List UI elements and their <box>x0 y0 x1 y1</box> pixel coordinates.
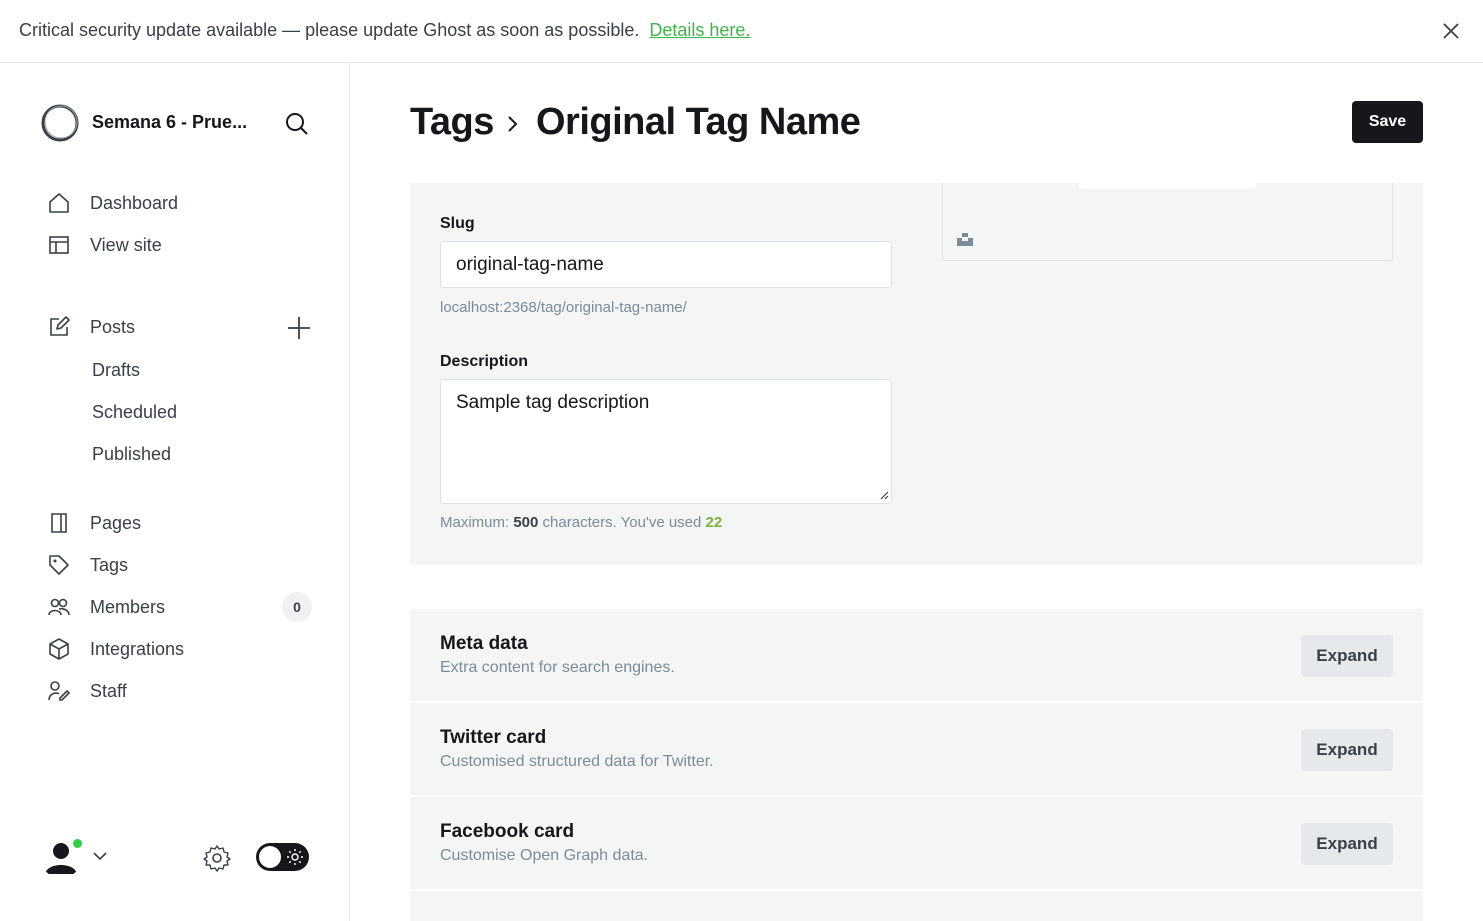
nav-label: Integrations <box>90 638 185 659</box>
staff-icon <box>46 678 72 704</box>
site-title[interactable]: Semana 6 - Prue... <box>92 112 247 133</box>
members-count-badge: 0 <box>282 592 312 622</box>
theme-toggle[interactable] <box>256 843 309 871</box>
nav-published[interactable]: Published <box>92 444 171 465</box>
tag-form-panel: Slug localhost:2368/tag/original-tag-nam… <box>410 181 1423 565</box>
expand-button[interactable]: Expand <box>1301 635 1393 677</box>
slug-input[interactable] <box>440 241 892 288</box>
nav-dashboard[interactable]: Dashboard <box>46 188 178 218</box>
tag-icon <box>46 552 72 578</box>
search-icon[interactable] <box>284 111 310 137</box>
chevron-down-icon[interactable] <box>91 847 109 865</box>
nav-label: Posts <box>90 316 136 337</box>
page-icon <box>46 510 72 536</box>
image-uploader-edge <box>1079 181 1256 189</box>
hint-used-count: 22 <box>705 514 723 531</box>
nav-view-site[interactable]: View site <box>46 230 162 260</box>
edit-icon <box>46 314 72 340</box>
chevron-right-icon <box>508 116 518 132</box>
nav-label: View site <box>90 234 162 255</box>
sun-icon <box>287 849 303 865</box>
cube-icon <box>46 636 72 662</box>
hint-max: 500 <box>513 514 539 531</box>
security-banner: Critical security update available — ple… <box>0 0 1483 63</box>
breadcrumb-tags[interactable]: Tags <box>410 101 494 144</box>
page-title: Original Tag Name <box>536 101 861 143</box>
description-label: Description <box>440 353 529 370</box>
close-icon[interactable] <box>1440 20 1462 42</box>
hint-prefix: Maximum: <box>440 514 510 531</box>
toggle-knob <box>259 846 281 868</box>
description-char-hint: Maximum: 500 characters. You've used 22 <box>440 514 722 531</box>
nav-staff[interactable]: Staff <box>46 676 127 706</box>
members-icon <box>46 594 72 620</box>
nav-posts[interactable]: Posts <box>46 312 135 342</box>
section-description: Customise Open Graph data. <box>440 847 649 864</box>
tag-image-uploader[interactable] <box>942 181 1393 261</box>
slug-url-hint: localhost:2368/tag/original-tag-name/ <box>440 299 687 316</box>
nav-label: Members <box>90 596 166 617</box>
next-section-partial <box>410 891 1423 921</box>
banner-text: Critical security update available — ple… <box>19 20 640 40</box>
site-logo-icon[interactable] <box>40 103 80 143</box>
nav-members[interactable]: Members <box>46 592 165 622</box>
gear-icon[interactable] <box>203 844 231 872</box>
nav-scheduled[interactable]: Scheduled <box>92 402 177 423</box>
meta-data-section: Meta data Extra content for search engin… <box>410 609 1423 701</box>
nav-label: Tags <box>90 554 129 575</box>
nav-label: Staff <box>90 680 127 701</box>
nav-drafts[interactable]: Drafts <box>92 360 140 381</box>
section-title: Twitter card <box>440 727 547 748</box>
new-post-plus-icon[interactable] <box>286 315 312 341</box>
online-status-dot <box>71 837 84 850</box>
section-title: Meta data <box>440 633 528 654</box>
twitter-card-section: Twitter card Customised structured data … <box>410 703 1423 795</box>
banner-details-link[interactable]: Details here. <box>649 20 750 40</box>
section-title: Facebook card <box>440 821 575 842</box>
sidebar: Semana 6 - Prue... Dashboard View site P… <box>0 63 350 921</box>
section-description: Extra content for search engines. <box>440 659 675 676</box>
expand-button[interactable]: Expand <box>1301 823 1393 865</box>
facebook-card-section: Facebook card Customise Open Graph data.… <box>410 797 1423 889</box>
save-button[interactable]: Save <box>1352 101 1423 143</box>
banner-message: Critical security update available — ple… <box>19 20 750 41</box>
resize-handle-icon[interactable] <box>879 490 889 500</box>
slug-label: Slug <box>440 215 475 232</box>
section-description: Customised structured data for Twitter. <box>440 753 714 770</box>
description-textarea[interactable]: Sample tag description <box>440 379 892 504</box>
nav-pages[interactable]: Pages <box>46 508 141 538</box>
expand-button[interactable]: Expand <box>1301 729 1393 771</box>
home-icon <box>46 190 72 216</box>
hint-mid: characters. You've used <box>542 514 702 531</box>
unsplash-icon[interactable] <box>956 230 974 248</box>
main-content: Tags Original Tag Name Save Slug localho… <box>350 63 1483 921</box>
layout-icon <box>46 232 72 258</box>
nav-label: Pages <box>90 512 142 533</box>
nav-tags[interactable]: Tags <box>46 550 128 580</box>
nav-label: Dashboard <box>90 192 179 213</box>
nav-integrations[interactable]: Integrations <box>46 634 184 664</box>
